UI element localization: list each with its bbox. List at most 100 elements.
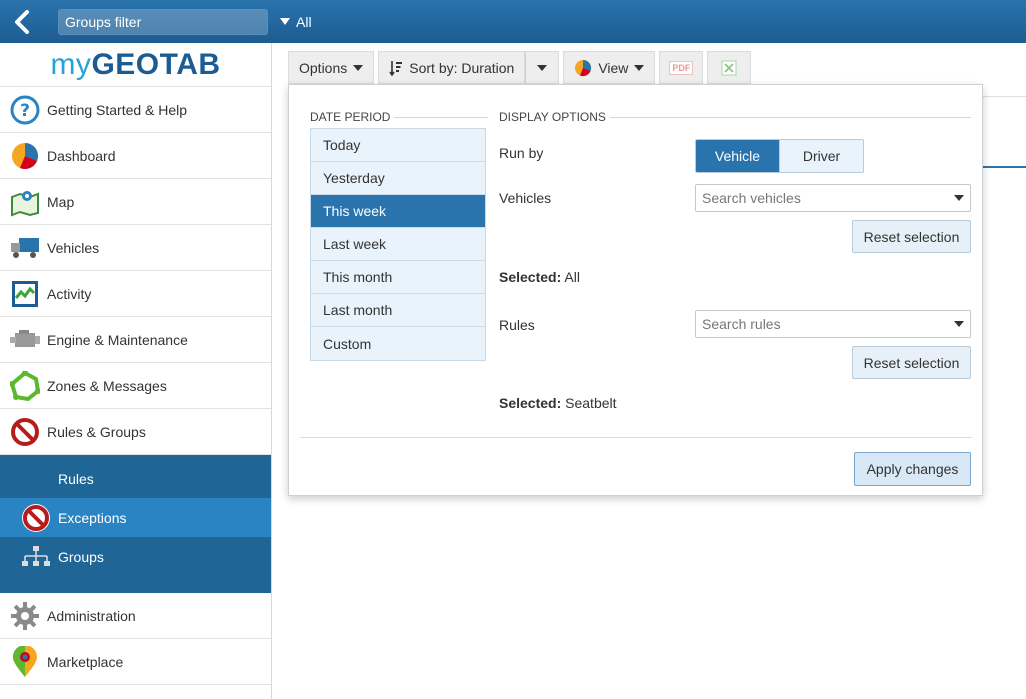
chevron-left-icon xyxy=(15,9,29,34)
org-chart-icon xyxy=(17,538,55,576)
reset-rules-button[interactable]: Reset selection xyxy=(852,346,971,379)
no-entry-icon xyxy=(17,499,55,537)
vehicles-selected-value: All xyxy=(564,269,580,285)
period-today[interactable]: Today xyxy=(311,129,485,162)
run-by-toggle: Vehicle Driver xyxy=(695,139,864,173)
heading-rule xyxy=(609,116,971,118)
map-icon xyxy=(9,186,41,218)
apply-changes-button[interactable]: Apply changes xyxy=(854,452,971,486)
sidebar-item-rules-groups[interactable]: Rules & Groups xyxy=(0,409,271,455)
activity-chart-icon xyxy=(9,278,41,310)
period-last-week[interactable]: Last week xyxy=(311,228,485,261)
help-icon: ? xyxy=(9,94,41,126)
caret-down-icon xyxy=(280,18,290,25)
truck-icon xyxy=(9,232,41,264)
sidebar-subitem-label: Rules xyxy=(58,470,94,487)
caret-down-icon[interactable] xyxy=(954,195,964,201)
sort-split-button: Sort by: Duration xyxy=(378,51,560,84)
display-options-heading: DISPLAY OPTIONS xyxy=(499,110,971,124)
sidebar-item-label: Marketplace xyxy=(47,653,124,670)
sidebar-item-label: Administration xyxy=(47,607,136,624)
sidebar: myGEOTAB ? Getting Started & Help Dashbo… xyxy=(0,43,272,699)
sidebar-item-map[interactable]: Map xyxy=(0,179,271,225)
sidebar-item-activity[interactable]: Activity xyxy=(0,271,271,317)
sidebar-item-label: Map xyxy=(47,193,75,210)
rules-label: Rules xyxy=(499,317,535,333)
sidebar-subitem-rules[interactable]: Rules xyxy=(0,459,271,498)
top-bar: All xyxy=(0,0,1026,43)
sidebar-item-label: Zones & Messages xyxy=(47,377,167,394)
sidebar-item-zones-messages[interactable]: Zones & Messages xyxy=(0,363,271,409)
svg-text:?: ? xyxy=(20,101,30,121)
excel-icon xyxy=(721,60,737,75)
period-last-month[interactable]: Last month xyxy=(311,294,485,327)
reset-vehicles-button[interactable]: Reset selection xyxy=(852,220,971,253)
pie-chart-icon xyxy=(9,140,41,172)
run-by-driver-option[interactable]: Driver xyxy=(779,140,863,172)
display-options-heading-text: DISPLAY OPTIONS xyxy=(499,110,606,124)
rules-select[interactable] xyxy=(695,310,971,338)
sidebar-item-label: Dashboard xyxy=(47,147,116,164)
background-card xyxy=(983,96,1026,167)
date-period-heading: DATE PERIOD xyxy=(310,110,488,124)
sidebar-subitem-label: Exceptions xyxy=(58,509,127,526)
groups-filter-input[interactable] xyxy=(58,8,268,35)
sidebar-subitem-groups[interactable]: Groups xyxy=(0,537,271,576)
engine-icon xyxy=(9,324,41,356)
period-yesterday[interactable]: Yesterday xyxy=(311,162,485,195)
logo-my: my xyxy=(50,47,92,81)
sidebar-subitem-exceptions[interactable]: Exceptions xyxy=(0,498,271,537)
period-this-month[interactable]: This month xyxy=(311,261,485,294)
logo-geotab: GEOTAB xyxy=(91,47,221,81)
pie-chart-icon xyxy=(575,59,592,76)
export-excel-button[interactable] xyxy=(707,51,752,84)
caret-down-icon[interactable] xyxy=(954,321,964,327)
rules-selected-summary: Selected: Seatbelt xyxy=(499,395,617,411)
sidebar-item-dashboard[interactable]: Dashboard xyxy=(0,133,271,179)
selected-prefix: Selected: xyxy=(499,269,562,285)
sidebar-item-label: Rules & Groups xyxy=(47,423,146,440)
sort-dropdown-button[interactable] xyxy=(525,51,560,84)
sidebar-item-administration[interactable]: Administration xyxy=(0,593,271,639)
sidebar-item-marketplace[interactable]: Marketplace xyxy=(0,639,271,685)
gear-icon xyxy=(9,600,41,632)
heading-rule xyxy=(394,116,488,118)
sort-button[interactable]: Sort by: Duration xyxy=(378,51,526,84)
groups-dropdown[interactable]: All xyxy=(280,14,312,30)
selected-prefix: Selected: xyxy=(499,395,562,411)
sort-icon xyxy=(389,60,403,76)
sidebar-item-label: Getting Started & Help xyxy=(47,101,188,118)
options-button[interactable]: Options xyxy=(288,51,375,84)
toolbar: Options Sort by: Duration View PDF xyxy=(288,51,752,84)
no-entry-icon xyxy=(9,416,41,448)
groups-value: All xyxy=(296,13,312,30)
period-custom[interactable]: Custom xyxy=(311,327,485,360)
sidebar-item-label: Engine & Maintenance xyxy=(47,331,188,348)
sort-label: Sort by: Duration xyxy=(409,59,515,76)
search-vehicles-input[interactable] xyxy=(702,190,954,206)
marketplace-icon xyxy=(9,645,41,678)
logo[interactable]: myGEOTAB xyxy=(0,43,271,87)
background-accent-line xyxy=(983,166,1026,168)
vehicles-select[interactable] xyxy=(695,184,971,212)
pdf-icon: PDF xyxy=(669,60,694,75)
sidebar-subitem-label: Groups xyxy=(58,548,104,565)
run-by-vehicle-option[interactable]: Vehicle xyxy=(696,140,779,172)
sidebar-item-getting-started[interactable]: ? Getting Started & Help xyxy=(0,87,271,133)
sidebar-item-engine-maintenance[interactable]: Engine & Maintenance xyxy=(0,317,271,363)
view-button[interactable]: View xyxy=(563,51,656,84)
date-period-heading-text: DATE PERIOD xyxy=(310,110,391,124)
sidebar-item-vehicles[interactable]: Vehicles xyxy=(0,225,271,271)
view-label: View xyxy=(598,59,629,76)
back-button[interactable] xyxy=(0,0,44,43)
export-pdf-button[interactable]: PDF xyxy=(659,51,704,84)
run-by-label: Run by xyxy=(499,145,544,161)
zone-icon xyxy=(9,370,41,402)
search-rules-input[interactable] xyxy=(702,316,954,332)
period-this-week[interactable]: This week xyxy=(311,195,485,228)
sidebar-item-label: Vehicles xyxy=(47,239,100,256)
date-period-list: Today Yesterday This week Last week This… xyxy=(310,128,486,361)
sidebar-item-label: Activity xyxy=(47,285,92,302)
caret-down-icon xyxy=(353,64,364,71)
panel-divider xyxy=(300,437,972,438)
